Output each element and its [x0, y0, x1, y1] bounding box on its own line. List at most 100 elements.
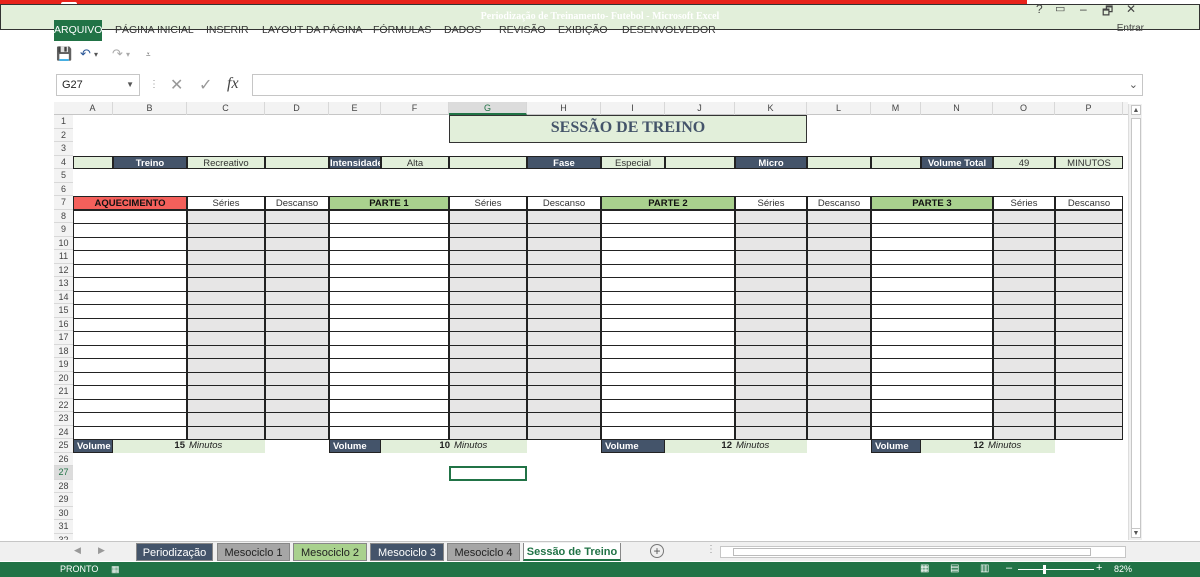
series-header[interactable]: Séries [993, 196, 1055, 210]
column-header[interactable]: F [381, 102, 449, 115]
column-header[interactable]: C [187, 102, 265, 115]
row-header[interactable]: 3 [54, 142, 73, 156]
exercise-column[interactable] [73, 209, 187, 439]
chevron-down-icon[interactable]: ▼ [126, 75, 134, 95]
row-header[interactable]: 2 [54, 128, 73, 142]
sheet-prev-icon[interactable]: ◀ [74, 545, 81, 556]
undo-icon[interactable]: ↶ [80, 46, 91, 62]
column-header[interactable]: O [993, 102, 1055, 115]
volume-total-label[interactable]: Volume Total [921, 155, 993, 169]
series-column[interactable] [449, 209, 527, 439]
row-header[interactable]: 19 [54, 358, 73, 372]
row-header[interactable]: 10 [54, 236, 73, 250]
descanso-column[interactable] [1055, 209, 1123, 439]
tab-developer[interactable]: DESENVOLVEDOR [622, 24, 716, 36]
volume-value[interactable]: 12 Minutos [665, 439, 807, 453]
column-header[interactable]: G [449, 102, 527, 115]
row-header[interactable]: 7 [54, 196, 73, 210]
zoom-out-button[interactable]: – [1006, 562, 1012, 574]
row-header[interactable]: 29 [54, 493, 73, 507]
section-header[interactable]: AQUECIMENTO [73, 196, 187, 210]
descanso-header[interactable]: Descanso [807, 196, 871, 210]
row-header[interactable]: 25 [54, 439, 73, 453]
row-header[interactable]: 23 [54, 412, 73, 426]
row-header[interactable]: 1 [54, 115, 73, 129]
row-header[interactable]: 12 [54, 263, 73, 277]
help-icon[interactable]: ? [1036, 2, 1043, 16]
descanso-header[interactable]: Descanso [1055, 196, 1123, 210]
page-break-view-icon[interactable]: ▥ [980, 563, 989, 574]
volume-value[interactable]: 15 Minutos [113, 439, 265, 453]
expand-formula-icon[interactable]: ⌄ [1129, 78, 1138, 91]
column-header[interactable]: E [329, 102, 381, 115]
row-header[interactable]: 8 [54, 209, 73, 223]
row-header[interactable]: 30 [54, 506, 73, 520]
column-header[interactable]: I [601, 102, 665, 115]
volume-value[interactable]: 12 Minutos [921, 439, 1055, 453]
row-header[interactable]: 18 [54, 344, 73, 358]
info-empty-cell[interactable] [871, 155, 921, 169]
column-header[interactable]: B [113, 102, 187, 115]
row-header[interactable]: 15 [54, 304, 73, 318]
save-icon[interactable]: 💾 [56, 46, 72, 62]
scroll-up-icon[interactable]: ▲ [1131, 105, 1141, 115]
sheet-tab[interactable]: Mesociclo 1 [217, 543, 290, 561]
fase-value[interactable]: Especial [601, 155, 665, 169]
intensidade-value[interactable]: Alta [381, 155, 449, 169]
section-header[interactable]: PARTE 3 [871, 196, 993, 210]
cancel-icon[interactable]: ✕ [170, 75, 183, 95]
row-header[interactable]: 4 [54, 155, 73, 169]
vertical-scroll-thumb[interactable] [1131, 118, 1141, 530]
row-header[interactable]: 5 [54, 169, 73, 183]
tab-file[interactable]: ARQUIVO [54, 20, 102, 41]
normal-view-icon[interactable]: ▦ [920, 563, 929, 574]
row-header[interactable]: 9 [54, 223, 73, 237]
enter-icon[interactable]: ✓ [199, 75, 212, 95]
undo-dropdown-icon[interactable]: ▾ [94, 50, 98, 59]
formula-input[interactable]: ⌄ [252, 74, 1143, 96]
insert-function-icon[interactable]: fx [227, 75, 239, 93]
volume-value[interactable]: 10 Minutos [381, 439, 527, 453]
horizontal-scroll-thumb[interactable] [733, 548, 1091, 556]
page-layout-view-icon[interactable]: ▤ [950, 563, 959, 574]
sheet-next-icon[interactable]: ▶ [98, 545, 105, 556]
zoom-slider-knob[interactable] [1043, 565, 1046, 574]
minimize-button[interactable]: – [1080, 2, 1087, 16]
info-empty-cell[interactable] [665, 155, 735, 169]
vertical-scrollbar[interactable]: ▲ ▼ [1128, 104, 1142, 540]
info-empty-cell[interactable] [265, 155, 329, 169]
close-button[interactable]: ✕ [1126, 2, 1136, 16]
sheet-tab[interactable]: Periodização [136, 543, 213, 561]
volume-total-value[interactable]: 49 [993, 155, 1055, 169]
row-header[interactable]: 31 [54, 520, 73, 534]
row-header[interactable]: 28 [54, 479, 73, 493]
tab-page-layout[interactable]: LAYOUT DA PÁGINA [262, 24, 363, 36]
row-header[interactable]: 21 [54, 385, 73, 399]
row-header[interactable]: 27 [54, 466, 73, 480]
row-header[interactable]: 11 [54, 250, 73, 264]
exercise-column[interactable] [329, 209, 449, 439]
series-header[interactable]: Séries [449, 196, 527, 210]
cells-area[interactable]: SESSÃO DE TREINO Treino Recreativo Intensid… [73, 115, 1128, 540]
fase-label[interactable]: Fase [527, 155, 601, 169]
tab-review[interactable]: REVISÃO [499, 24, 546, 36]
row-header[interactable]: 24 [54, 425, 73, 439]
micro-value[interactable] [807, 155, 871, 169]
intensidade-label[interactable]: Intensidade [329, 155, 381, 169]
sheet-tab[interactable]: Mesociclo 2 [293, 543, 367, 561]
info-empty-cell[interactable] [73, 155, 113, 169]
row-header[interactable]: 6 [54, 182, 73, 196]
scroll-down-icon[interactable]: ▼ [1131, 528, 1141, 538]
exercise-column[interactable] [601, 209, 735, 439]
column-header[interactable]: A [73, 102, 113, 115]
series-header[interactable]: Séries [735, 196, 807, 210]
treino-value[interactable]: Recreativo [187, 155, 265, 169]
row-header[interactable]: 14 [54, 290, 73, 304]
worksheet-grid[interactable]: ABCDEFGHIJKLMNOP 1 2 3 4 5 6 7 8 9 10 11 12 13 14 15 16… [54, 102, 1128, 540]
sheet-tab[interactable]: Mesociclo 4 [447, 543, 520, 561]
column-header[interactable]: P [1055, 102, 1123, 115]
sheet-tab[interactable]: Mesociclo 3 [370, 543, 444, 561]
row-header[interactable]: 26 [54, 452, 73, 466]
tab-data[interactable]: DADOS [444, 24, 481, 36]
column-header[interactable]: M [871, 102, 921, 115]
